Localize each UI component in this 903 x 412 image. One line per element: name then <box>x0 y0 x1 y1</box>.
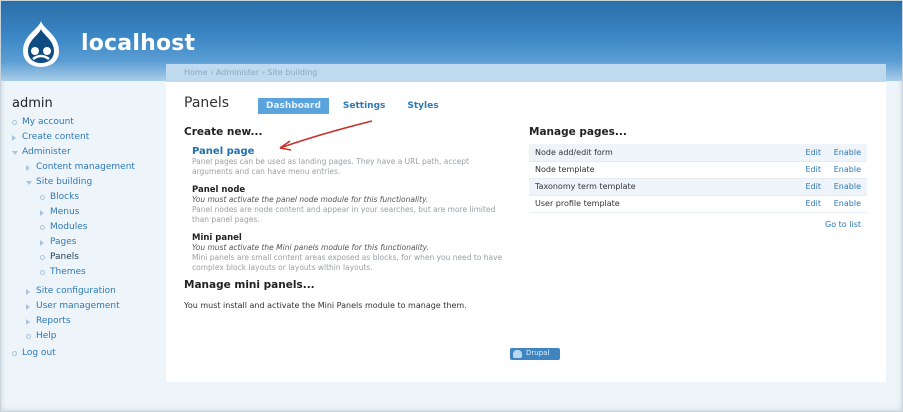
sidebar-item-panels[interactable]: Panels <box>0 250 166 265</box>
sidebar-item-pages[interactable]: Pages <box>0 235 166 250</box>
page-name: Node add/edit form <box>529 144 799 162</box>
table-row: User profile template Edit Enable <box>529 195 867 213</box>
sidebar-item-label: Content management <box>36 162 135 172</box>
bullet-icon <box>12 120 17 125</box>
sidebar-item-label: Site building <box>36 177 93 187</box>
mini-panel-title: Mini panel <box>192 233 242 243</box>
sidebar-item-site-building[interactable]: Site building <box>0 175 166 190</box>
sidebar-item-label: Administer <box>22 147 71 157</box>
edit-link[interactable]: Edit <box>799 161 827 179</box>
drupal-logo-icon[interactable] <box>19 19 63 69</box>
site-name[interactable]: localhost <box>81 31 195 56</box>
table-row: Taxonomy term template Edit Enable <box>529 178 867 196</box>
sidebar-item-my-account[interactable]: My account <box>0 115 166 130</box>
collapsed-arrow-icon <box>12 135 16 141</box>
sidebar: admin My account Create content Administer… <box>0 92 166 361</box>
sidebar-item-themes[interactable]: Themes <box>0 265 166 280</box>
table-row: Node template Edit Enable <box>529 161 867 179</box>
annotation-arrow-icon <box>279 120 373 151</box>
sidebar-item-help[interactable]: Help <box>0 329 166 344</box>
tab-dashboard[interactable]: Dashboard <box>258 98 329 114</box>
tab-bar: Dashboard Settings Styles <box>258 98 447 114</box>
sidebar-item-label: User management <box>36 301 120 311</box>
manage-pages-table: Node add/edit form Edit Enable Node temp… <box>529 144 867 213</box>
tab-styles[interactable]: Styles <box>399 98 446 114</box>
go-to-list-link[interactable]: Go to list <box>825 220 861 229</box>
drupal-drop-icon <box>513 350 522 358</box>
expanded-arrow-icon <box>12 151 18 155</box>
sidebar-item-label: Panels <box>50 252 79 262</box>
edit-link[interactable]: Edit <box>799 195 827 213</box>
panel-node-desc: Panel nodes are node content and appear … <box>192 205 496 224</box>
sidebar-item-label: My account <box>22 117 74 127</box>
enable-link[interactable]: Enable <box>827 144 867 162</box>
navigation-menu: My account Create content Administer Conten… <box>0 115 166 361</box>
mini-panel-desc: Mini panels are small content areas expo… <box>192 253 503 272</box>
bullet-icon <box>40 195 45 200</box>
edit-link[interactable]: Edit <box>799 178 827 196</box>
sidebar-item-log-out[interactable]: Log out <box>0 346 166 361</box>
collapsed-arrow-icon <box>40 240 44 246</box>
sidebar-item-menus[interactable]: Menus <box>0 205 166 220</box>
sidebar-item-label: Menus <box>50 207 80 217</box>
manage-mini-text: You must install and activate the Mini P… <box>184 301 467 310</box>
sidebar-item-label: Log out <box>22 348 56 358</box>
sidebar-item-site-configuration[interactable]: Site configuration <box>0 284 166 299</box>
breadcrumb[interactable]: Home › Administer › Site building <box>184 68 317 77</box>
bullet-icon <box>40 270 45 275</box>
page-name: User profile template <box>529 195 799 213</box>
collapsed-arrow-icon <box>26 319 30 325</box>
manage-pages-heading: Manage pages... <box>529 126 627 138</box>
enable-link[interactable]: Enable <box>827 178 867 196</box>
collapsed-arrow-icon <box>26 165 30 171</box>
sidebar-item-user-management[interactable]: User management <box>0 299 166 314</box>
table-row: Node add/edit form Edit Enable <box>529 144 867 162</box>
collapsed-arrow-icon <box>26 289 30 295</box>
sidebar-item-blocks[interactable]: Blocks <box>0 190 166 205</box>
panel-node-notice: You must activate the panel node module … <box>192 195 429 204</box>
bullet-icon <box>26 334 31 339</box>
sidebar-user-heading: admin <box>12 96 53 111</box>
manage-mini-heading: Manage mini panels... <box>184 279 315 291</box>
bullet-icon <box>12 351 17 356</box>
breadcrumb-bar: Home › Administer › Site building <box>166 64 886 82</box>
sidebar-item-label: Themes <box>50 267 86 277</box>
mini-panel-notice: You must activate the Mini panels module… <box>192 243 429 252</box>
page-name: Taxonomy term template <box>529 178 799 196</box>
powered-by-drupal-badge[interactable]: Drupal <box>510 348 560 360</box>
bullet-icon <box>40 255 45 260</box>
tab-settings[interactable]: Settings <box>335 98 393 114</box>
manage-pages-section: Manage pages... Node add/edit form Edit … <box>529 126 867 229</box>
sidebar-item-reports[interactable]: Reports <box>0 314 166 329</box>
sidebar-item-label: Create content <box>22 132 90 142</box>
panel-node-title: Panel node <box>192 185 246 195</box>
sidebar-item-content-management[interactable]: Content management <box>0 160 166 175</box>
enable-link[interactable]: Enable <box>827 161 867 179</box>
sidebar-item-label: Reports <box>36 316 71 326</box>
sidebar-item-label: Pages <box>50 237 77 247</box>
enable-link[interactable]: Enable <box>827 195 867 213</box>
collapsed-arrow-icon <box>40 210 44 216</box>
sidebar-item-administer[interactable]: Administer <box>0 145 166 160</box>
page-name: Node template <box>529 161 799 179</box>
panel-page-desc: Panel pages can be used as landing pages… <box>192 157 469 176</box>
drupal-badge-label: Drupal <box>526 349 550 357</box>
edit-link[interactable]: Edit <box>799 144 827 162</box>
sidebar-item-label: Blocks <box>50 192 80 202</box>
expanded-arrow-icon <box>26 181 32 185</box>
sidebar-item-create-content[interactable]: Create content <box>0 130 166 145</box>
sidebar-item-label: Modules <box>50 222 88 232</box>
sidebar-item-label: Help <box>36 331 57 341</box>
sidebar-item-modules[interactable]: Modules <box>0 220 166 235</box>
collapsed-arrow-icon <box>26 304 30 310</box>
main-content: Panels Dashboard Settings Styles Create … <box>166 82 886 382</box>
bullet-icon <box>40 225 45 230</box>
page-title: Panels <box>184 95 230 111</box>
sidebar-item-label: Site configuration <box>36 286 116 296</box>
